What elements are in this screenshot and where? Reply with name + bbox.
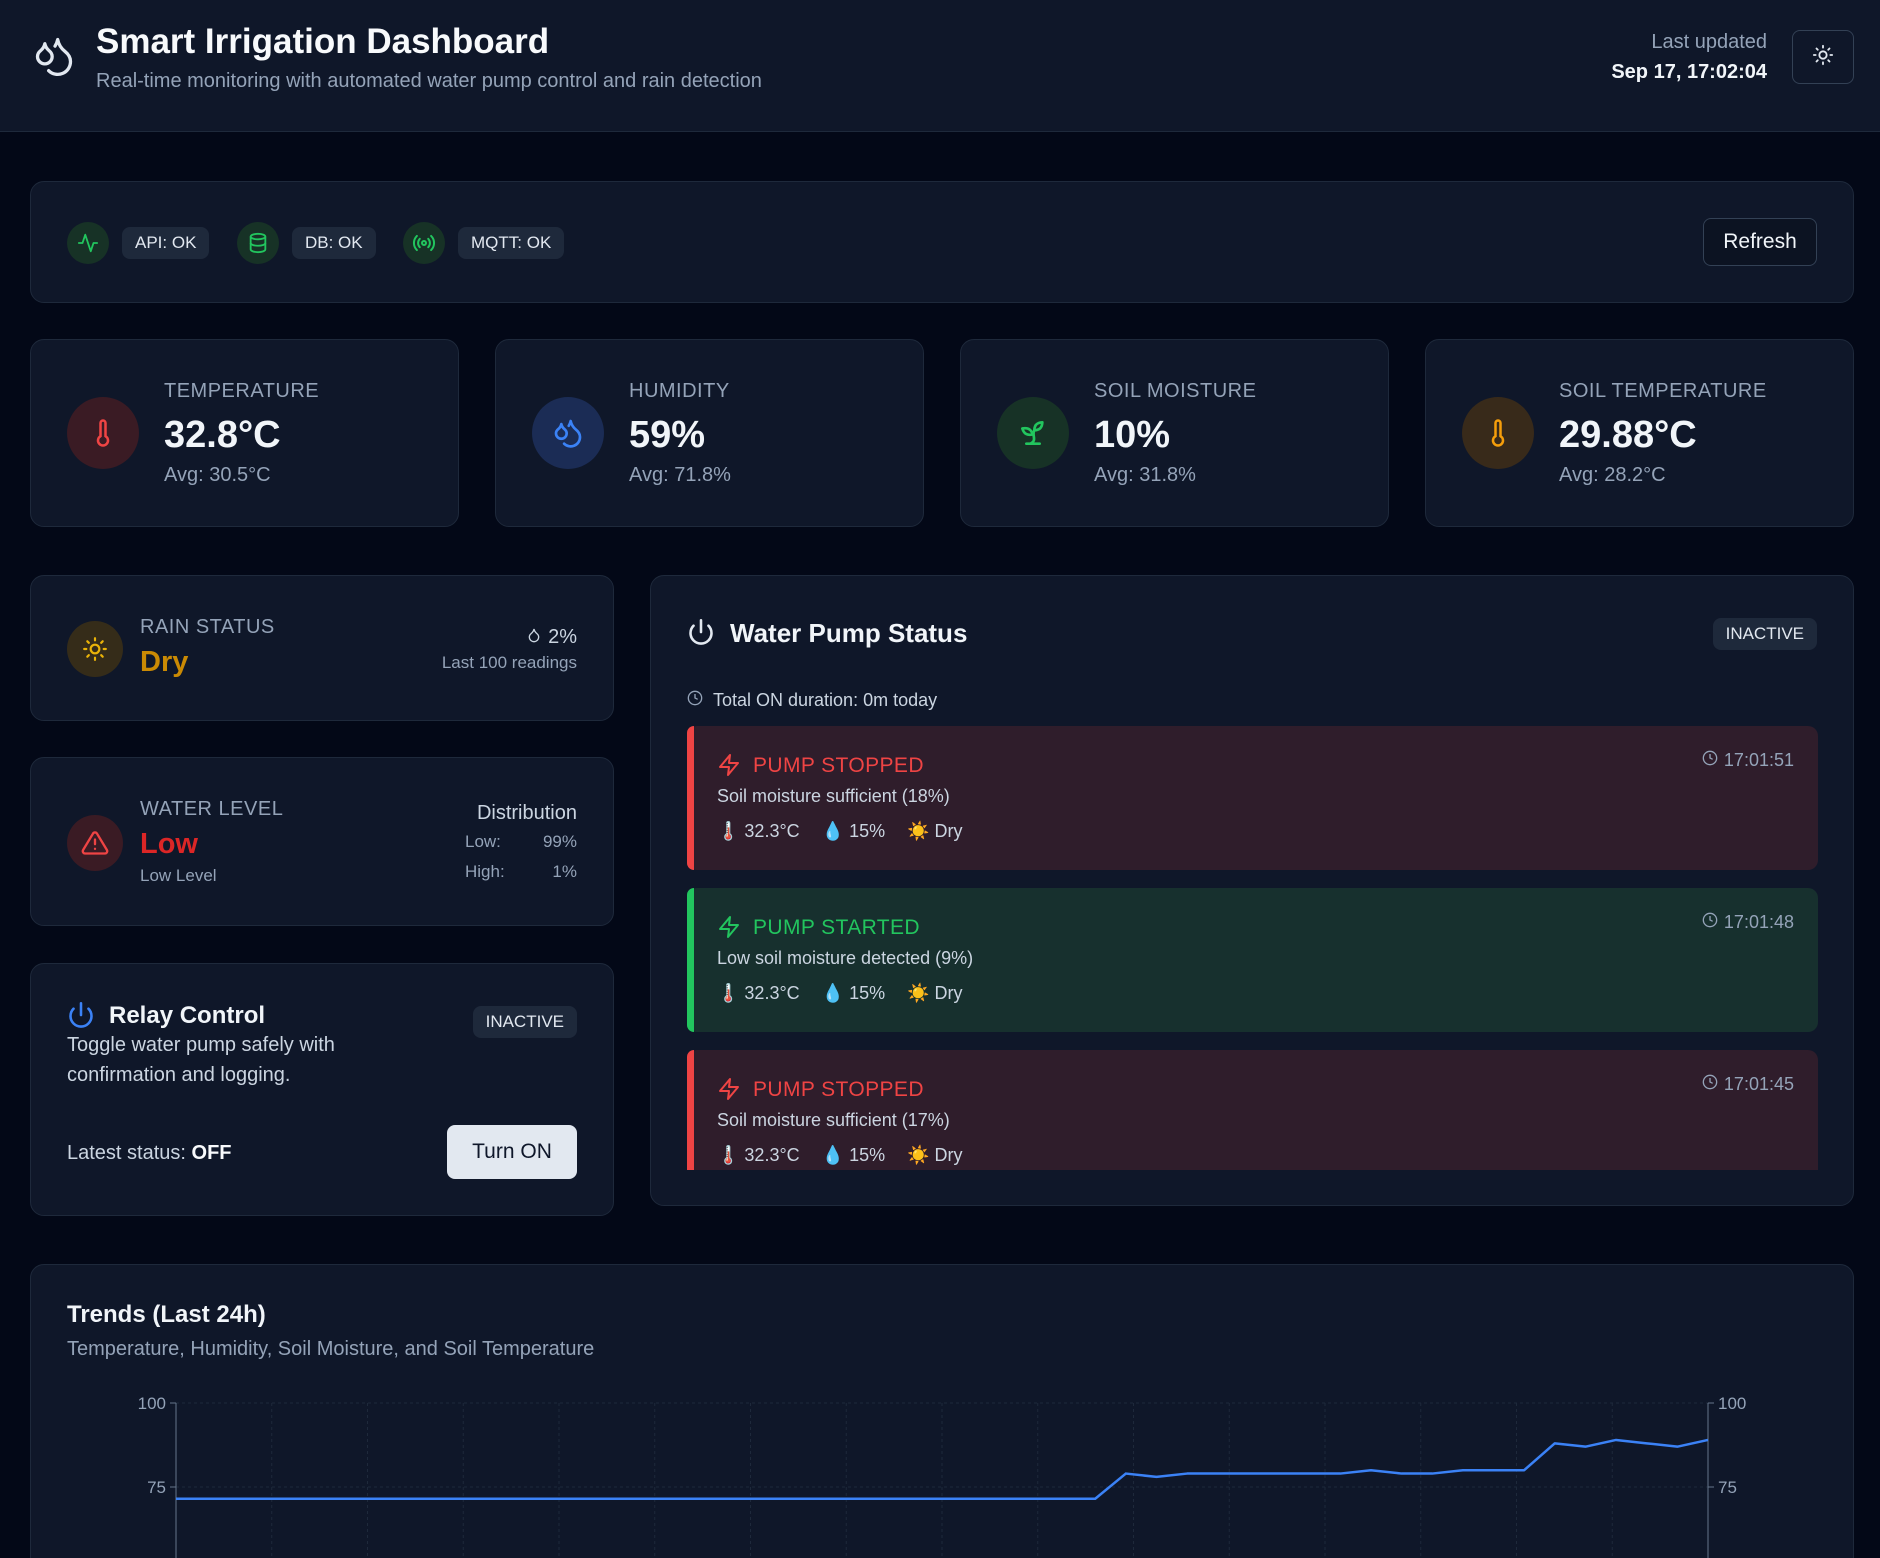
event-time: 17:01:51 — [1702, 750, 1794, 771]
event-time-value: 17:01:48 — [1723, 912, 1794, 932]
event-readings: 🌡️ 32.3°C 💧 15% ☀️ Dry — [717, 821, 963, 842]
event-humidity: 15% — [849, 821, 886, 841]
event-accent-bar — [687, 726, 694, 870]
clock-icon — [1702, 1074, 1718, 1095]
event-description: Soil moisture sufficient (18%) — [717, 786, 950, 806]
event-title: PUMP STOPPED — [753, 754, 924, 777]
thermometer-icon: 🌡️ — [717, 821, 740, 841]
thermometer-icon: 🌡️ — [717, 983, 740, 1003]
y-tick-label-right: 75 — [1718, 1478, 1737, 1497]
sun-icon: ☀️ — [907, 821, 930, 841]
event-title: PUMP STARTED — [753, 916, 920, 939]
trends-card: Trends (Last 24h) Temperature, Humidity,… — [30, 1264, 1854, 1558]
y-tick-label-left: 75 — [147, 1478, 166, 1497]
event-readings: 🌡️ 32.3°C 💧 15% ☀️ Dry — [717, 983, 963, 1004]
y-tick-label-left: 100 — [138, 1394, 166, 1413]
pump-event-list: PUMP STOPPED 17:01:51 Soil moisture suff… — [0, 0, 1880, 1170]
event-rain: Dry — [934, 821, 963, 841]
event-time-value: 17:01:51 — [1723, 750, 1794, 770]
event-temperature: 32.3°C — [744, 821, 800, 841]
event-readings: 🌡️ 32.3°C 💧 15% ☀️ Dry — [717, 1145, 963, 1166]
lightning-icon — [717, 915, 741, 944]
droplet-icon: 💧 — [821, 983, 845, 1003]
droplet-icon: 💧 — [821, 821, 845, 841]
event-time: 17:01:45 — [1702, 1074, 1794, 1095]
event-temperature: 32.3°C — [744, 983, 800, 1003]
event-rain: Dry — [934, 983, 963, 1003]
event-rain: Dry — [934, 1145, 963, 1165]
event-title: PUMP STOPPED — [753, 1078, 924, 1101]
event-time: 17:01:48 — [1702, 912, 1794, 933]
event-accent-bar — [687, 1050, 694, 1170]
event-temperature: 32.3°C — [744, 1145, 800, 1165]
droplet-icon: 💧 — [821, 1145, 845, 1165]
event-description: Soil moisture sufficient (17%) — [717, 1110, 950, 1130]
pump-event-item: PUMP STOPPED 17:01:51 Soil moisture suff… — [687, 726, 1818, 870]
event-humidity: 15% — [849, 1145, 886, 1165]
lightning-icon — [717, 753, 741, 782]
sun-icon: ☀️ — [907, 983, 930, 1003]
pump-event-item: PUMP STARTED 17:01:48 Low soil moisture … — [687, 888, 1818, 1032]
event-description: Low soil moisture detected (9%) — [717, 948, 974, 968]
trends-line-chart: 100 75 100 75 — [138, 1394, 1746, 1558]
clock-icon — [1702, 750, 1718, 771]
thermometer-icon: 🌡️ — [717, 1145, 740, 1165]
y-tick-label-right: 100 — [1718, 1394, 1746, 1413]
event-accent-bar — [687, 888, 694, 1032]
lightning-icon — [717, 1077, 741, 1106]
clock-icon — [1702, 912, 1718, 933]
event-time-value: 17:01:45 — [1723, 1074, 1794, 1094]
event-humidity: 15% — [849, 983, 886, 1003]
sun-icon: ☀️ — [907, 1145, 930, 1165]
pump-event-item: PUMP STOPPED 17:01:45 Soil moisture suff… — [687, 1050, 1818, 1170]
